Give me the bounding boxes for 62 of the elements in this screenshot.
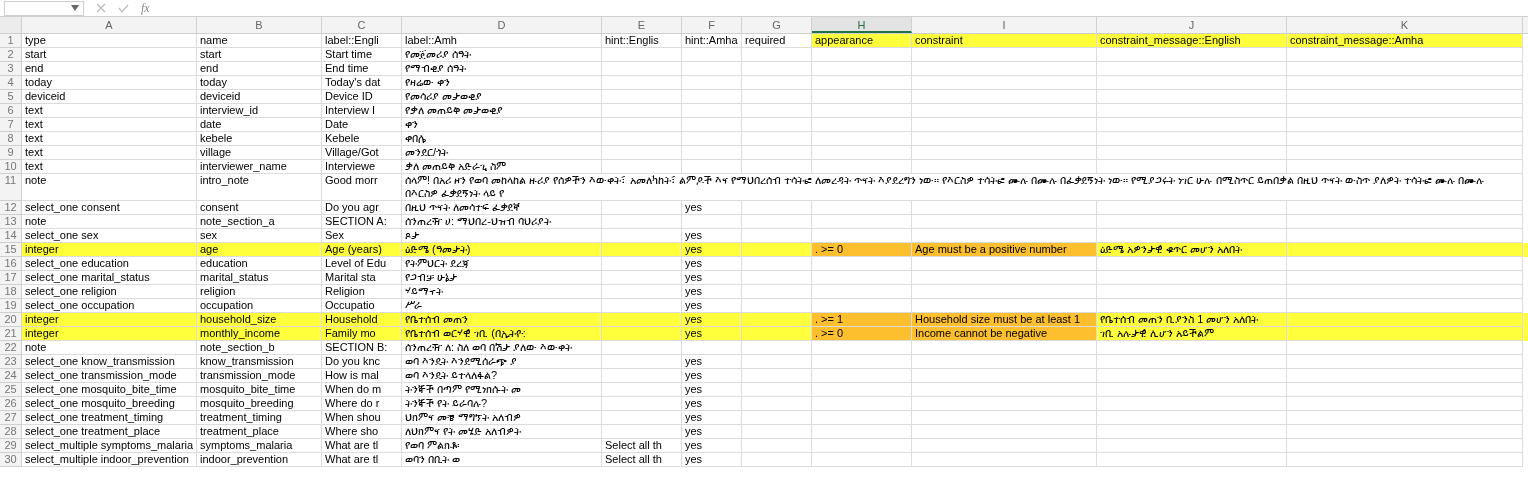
- row-number[interactable]: 29: [0, 439, 22, 453]
- column-header[interactable]: D: [402, 17, 602, 33]
- table-cell: . >= 1: [812, 313, 912, 327]
- column-header[interactable]: E: [602, 17, 682, 33]
- row-number[interactable]: 8: [0, 132, 22, 146]
- column-header[interactable]: A: [22, 17, 197, 33]
- row-number[interactable]: 20: [0, 313, 22, 327]
- row-number[interactable]: 10: [0, 160, 22, 174]
- row-number[interactable]: 28: [0, 425, 22, 439]
- name-box-field[interactable]: [4, 0, 84, 16]
- row-number[interactable]: 1: [0, 34, 22, 48]
- row-number[interactable]: 25: [0, 383, 22, 397]
- caret-icon: [71, 5, 79, 11]
- row-number[interactable]: 7: [0, 118, 22, 132]
- row-number[interactable]: 24: [0, 369, 22, 383]
- row-number[interactable]: 11: [0, 174, 22, 201]
- table-cell: . >= 0: [812, 327, 912, 341]
- close-icon[interactable]: [96, 3, 106, 13]
- column-header[interactable]: J: [1097, 17, 1287, 33]
- column-header[interactable]: C: [322, 17, 402, 33]
- row-number[interactable]: 14: [0, 229, 22, 243]
- row-number[interactable]: 13: [0, 215, 22, 229]
- row-number[interactable]: 23: [0, 355, 22, 369]
- table-cell: Select all th: [602, 453, 682, 467]
- row-number[interactable]: 3: [0, 62, 22, 76]
- table-cell: Income cannot be negative: [912, 327, 1097, 341]
- table-cell: ወባን በቢት ወ: [402, 453, 602, 467]
- select-all-corner[interactable]: [0, 17, 22, 33]
- table-cell: constraint_message::Amha: [1287, 34, 1523, 48]
- row-number[interactable]: 22: [0, 341, 22, 355]
- check-icon[interactable]: [118, 3, 129, 13]
- row-number[interactable]: 9: [0, 146, 22, 160]
- table-cell: . >= 0: [812, 243, 912, 257]
- row-number[interactable]: 27: [0, 411, 22, 425]
- row-number[interactable]: 12: [0, 201, 22, 215]
- table-cell: yes: [682, 453, 742, 467]
- table-cell: Age must be a positive number: [912, 243, 1097, 257]
- function-label[interactable]: fx: [141, 0, 150, 16]
- column-header[interactable]: B: [197, 17, 322, 33]
- column-header[interactable]: H: [812, 17, 912, 33]
- row-number[interactable]: 5: [0, 90, 22, 104]
- row-number[interactable]: 4: [0, 76, 22, 90]
- table-cell: indoor_prevention: [197, 453, 322, 467]
- row-number[interactable]: 17: [0, 271, 22, 285]
- column-header[interactable]: I: [912, 17, 1097, 33]
- table-cell: What are tl: [322, 453, 402, 467]
- table-cell: select_multiple indoor_prevention: [22, 453, 197, 467]
- table-cell: appearance: [812, 34, 912, 48]
- table-cell: constraint_message::English: [1097, 34, 1287, 48]
- row-number[interactable]: 15: [0, 243, 22, 257]
- column-header[interactable]: F: [682, 17, 742, 33]
- row-number[interactable]: 26: [0, 397, 22, 411]
- row-number[interactable]: 21: [0, 327, 22, 341]
- row-number[interactable]: 18: [0, 285, 22, 299]
- row-number[interactable]: 16: [0, 257, 22, 271]
- table-cell: Household size must be at least 1: [912, 313, 1097, 327]
- column-header[interactable]: K: [1287, 17, 1523, 33]
- row-number[interactable]: 2: [0, 48, 22, 62]
- row-number[interactable]: 6: [0, 104, 22, 118]
- table-cell: constraint: [912, 34, 1097, 48]
- row-number[interactable]: 19: [0, 299, 22, 313]
- row-number[interactable]: 30: [0, 453, 22, 467]
